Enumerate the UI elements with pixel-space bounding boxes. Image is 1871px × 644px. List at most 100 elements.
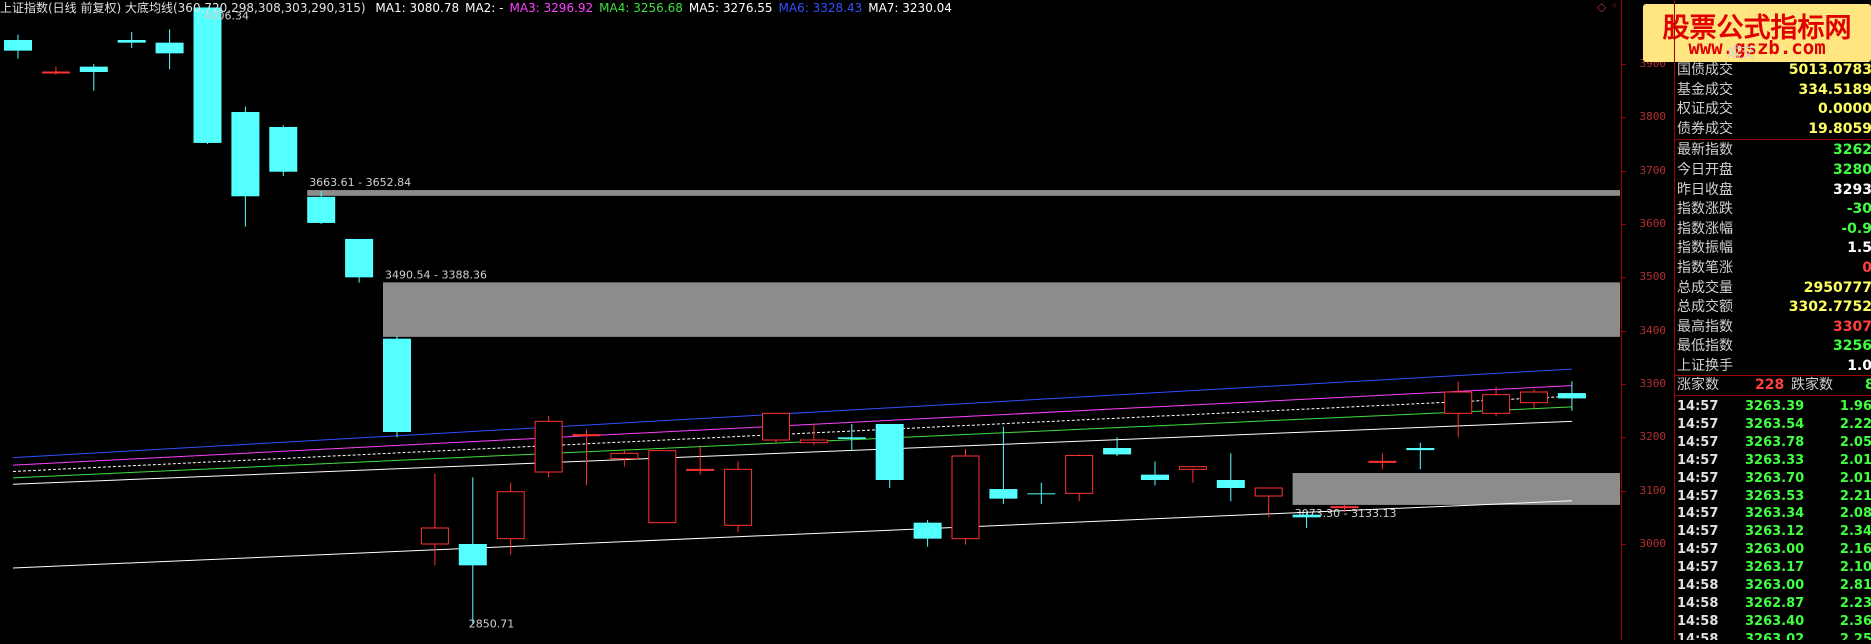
candle-body-up — [534, 420, 563, 473]
tick-price: 3263.34 — [1745, 506, 1805, 522]
candle-body-up — [1254, 487, 1283, 497]
tick-price: 3263.70 — [1745, 470, 1805, 486]
candle-body-down — [1103, 448, 1132, 455]
ma-line-ma4 — [12, 406, 1572, 479]
info-value: 1.5 — [1847, 240, 1871, 257]
chart-canvas: 3663.61 - 3652.843490.54 - 3388.363073.3… — [4, 7, 1621, 631]
candle-body-up — [1368, 460, 1397, 463]
info-label: 国债成交 — [1677, 62, 1733, 78]
tick-volume: 2.08 — [1839, 506, 1871, 522]
ma-line-ma5 — [12, 395, 1572, 472]
tick-volume: 2.01 — [1839, 470, 1871, 486]
candle-body-up — [762, 412, 790, 441]
tick-row: 14:57 3263.53 2.21 — [1675, 488, 1871, 506]
divider — [1675, 139, 1871, 140]
tick-price: 3263.12 — [1745, 524, 1805, 540]
tick-row: 14:57 3263.70 2.01 — [1675, 470, 1871, 488]
y-tick-mark — [1622, 117, 1626, 119]
rise-label: 涨家数 — [1677, 377, 1719, 393]
ma-label: MA3: 3296.92 — [509, 1, 594, 15]
info-value: 3280 — [1833, 162, 1871, 178]
info-label: 最新指数 — [1677, 142, 1733, 159]
candle-body-down — [4, 40, 32, 51]
price-axis: 3900 3800 3700 3600 3500 3400 3300 3200 3100 3000 — [1621, 0, 1674, 640]
tick-row: 14:57 3263.54 2.22 — [1675, 416, 1871, 434]
tick-volume: 2.25 — [1839, 631, 1871, 640]
candle-body-up — [1065, 454, 1094, 494]
candle-body-up — [1482, 394, 1511, 414]
ma-label: MA5: 3276.55 — [688, 1, 773, 15]
tick-price: 3263.02 — [1745, 631, 1805, 640]
tick-price: 3263.00 — [1745, 578, 1805, 593]
candle-body-down — [383, 338, 411, 432]
support-resistance-zone — [1292, 472, 1620, 505]
tick-time: 14:57 — [1677, 488, 1719, 504]
support-resistance-zone — [383, 282, 1620, 337]
tick-row: 14:58 3262.87 2.23 — [1675, 595, 1871, 613]
y-tick-mark — [1622, 437, 1626, 439]
breadth-row: 涨家数 228 跌家数 8 — [1675, 376, 1871, 395]
candle-body-up — [648, 450, 677, 524]
candle-body-up — [420, 527, 449, 545]
ma-label: MA1: 3080.78 — [375, 1, 460, 15]
tick-price: 3263.78 — [1745, 434, 1805, 450]
tick-time: 14:57 — [1677, 470, 1719, 486]
zone-label: 3663.61 - 3652.84 — [309, 176, 411, 189]
support-resistance-zone — [307, 190, 1621, 196]
info-value: 3256 — [1833, 338, 1871, 355]
close-icon[interactable]: ◦ — [1611, 0, 1618, 13]
info-row: 国债成交 5013.0783 — [1675, 61, 1871, 80]
candle-body-up — [1178, 466, 1207, 470]
info-row: 总成交量 2950777 — [1675, 279, 1871, 298]
y-tick-mark — [1622, 64, 1626, 65]
candle-body-up — [496, 491, 525, 540]
info-label: 指数涨跌 — [1677, 201, 1733, 218]
tick-time: 14:57 — [1677, 452, 1719, 468]
y-tick-label: 3100 — [1639, 483, 1667, 497]
info-label: 指数涨幅 — [1677, 220, 1733, 237]
candle-body-down — [193, 7, 222, 143]
y-tick-mark — [1622, 224, 1626, 225]
info-value: 5013.0783 — [1788, 62, 1871, 78]
ma-label: MA2: - — [465, 1, 504, 15]
y-tick-label: 3400 — [1639, 323, 1667, 337]
info-value: 3293 — [1833, 181, 1871, 198]
tick-row: 14:58 3263.00 2.81 — [1675, 577, 1871, 595]
candle-body-down — [1406, 448, 1435, 451]
candle-body-up — [686, 468, 715, 471]
tick-time: 14:57 — [1677, 506, 1719, 522]
candle-body-up — [1444, 391, 1473, 414]
candle-body-down — [989, 489, 1018, 499]
tick-volume: 2.10 — [1839, 560, 1871, 576]
diamond-icon[interactable]: ◇ — [1597, 0, 1606, 14]
tick-time: 14:58 — [1677, 595, 1719, 611]
tick-time: 14:58 — [1677, 578, 1719, 593]
ma-label: MA4: 3256.68 — [599, 1, 683, 15]
y-tick-mark — [1622, 544, 1626, 545]
info-row: 上证换手 1.0 — [1675, 357, 1871, 376]
y-tick-mark — [1622, 384, 1626, 385]
info-value: 19.8059 — [1808, 120, 1871, 137]
info-row: 今日开盘 3280 — [1675, 161, 1871, 180]
info-row: 基金成交 334.5189 — [1675, 81, 1871, 100]
tick-price: 3262.87 — [1745, 595, 1805, 611]
chart-title: 上证指数(日线 前复权) 大底均线(360,720,298,308,303,29… — [0, 1, 366, 15]
info-value: -0.9 — [1841, 220, 1871, 237]
y-tick-label: 3600 — [1639, 217, 1667, 230]
fall-value: 8 — [1865, 376, 1871, 395]
tick-volume: 2.22 — [1839, 416, 1871, 432]
candle-body-down — [79, 66, 108, 72]
info-label: 基金成交 — [1677, 81, 1733, 98]
tick-time: 14:58 — [1677, 631, 1719, 640]
kline-chart[interactable]: 上证指数(日线 前复权) 大底均线(360,720,298,308,303,29… — [0, 0, 1621, 640]
tick-time: 14:58 — [1677, 613, 1719, 629]
quote-panel: 成交 国债成交 5013.0783 基金成交 334.5189 权证成交 0.0000 债券… — [1674, 0, 1871, 640]
tick-volume: 2.36 — [1839, 613, 1871, 629]
ma-label: MA7: 3230.04 — [868, 1, 952, 15]
y-tick-label: 3300 — [1639, 377, 1667, 390]
info-label: 总成交额 — [1677, 299, 1733, 316]
info-row: 指数振幅 1.5 — [1675, 239, 1871, 258]
tick-time: 14:57 — [1677, 434, 1719, 450]
candle-body-down — [458, 544, 487, 566]
info-row: 昨日收盘 3293 — [1675, 181, 1871, 200]
